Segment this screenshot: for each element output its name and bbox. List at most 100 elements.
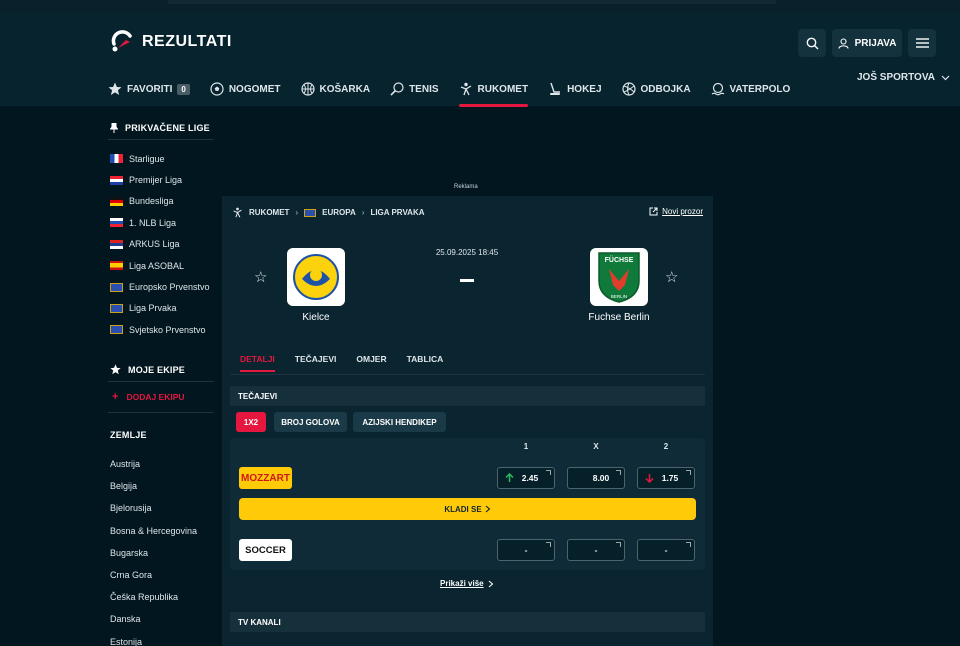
plus-icon: + [112,391,119,403]
new-window-link[interactable]: Novi prozor [649,207,703,216]
bookmaker-logo-mozzart[interactable]: MOZZART [239,467,292,489]
market-chip-azijski-hendikep[interactable]: AZIJSKI HENDIKEP [353,412,446,432]
match-tabs: DETALJI TEČAJEVI OMJER TABLICA [240,354,444,372]
flag-germany-icon [110,196,123,206]
league-item-starligue[interactable]: Starligue [110,148,218,169]
league-item-liga-prvaka[interactable]: Liga Prvaka [110,298,218,319]
nav-item-rukomet[interactable]: RUKOMET [458,72,528,107]
top-strip [0,0,960,12]
search-button[interactable] [798,29,826,57]
flag-spain-icon [110,261,123,271]
country-item[interactable]: Češka Republika [110,586,218,608]
chevron-right-icon [485,505,491,513]
odds-button-draw[interactable]: - [567,539,625,561]
more-sports-dropdown[interactable]: JOŠ SPORTOVA [857,72,950,83]
login-label: PRIJAVA [854,37,897,49]
flag-europe-icon [110,303,123,313]
tab-detalji[interactable]: DETALJI [240,354,275,372]
league-item-svjetsko-prvenstvo[interactable]: Svjetsko Prvenstvo [110,319,218,340]
user-icon [838,37,849,49]
breadcrumb: RUKOMET › EUROPA › LIGA PRVAKA [232,207,425,218]
breadcrumb-league[interactable]: LIGA PRVAKA [370,208,424,217]
score-placeholder [460,279,474,282]
country-item[interactable]: Bjelorusija [110,497,218,519]
add-team-button[interactable]: + DODAJ EKIPU [112,391,185,403]
nav-item-favoriti[interactable]: FAVORITI 0 [108,72,190,106]
login-button[interactable]: PRIJAVA [832,29,902,57]
logo-mark-icon [110,30,136,54]
league-item-arkus-liga[interactable]: ARKUS Liga [110,234,218,255]
tab-omjer[interactable]: OMJER [356,354,386,364]
search-icon [806,37,818,49]
nav-item-kosarka[interactable]: KOŠARKA [300,72,370,106]
country-item[interactable]: Bugarska [110,542,218,564]
chevron-right-icon: › [361,208,365,217]
away-team-logo[interactable]: FÜCHSE BERLIN [590,248,648,306]
external-link-icon [546,470,551,475]
nav-item-tenis[interactable]: TENIS [390,72,439,106]
tennis-icon [390,82,404,96]
league-item-bundesliga[interactable]: Bundesliga [110,191,218,212]
odds-button-away[interactable]: - [637,539,695,561]
home-team-name[interactable]: Kielce [256,312,376,323]
league-item-europsko-prvenstvo[interactable]: Europsko Prvenstvo [110,276,218,297]
league-item-1-nlb-liga[interactable]: 1. NLB Liga [110,212,218,233]
favorite-home-star-icon[interactable]: ☆ [254,268,267,286]
show-more-link[interactable]: Prikaži više [440,579,494,588]
nav-item-nogomet[interactable]: NOGOMET [210,72,281,106]
my-teams-title: MOJE EKIPE [110,364,185,375]
away-team-name[interactable]: Fuchse Berlin [559,312,679,323]
odds-button-home[interactable]: - [497,539,555,561]
breadcrumb-region[interactable]: EUROPA [322,208,356,217]
breadcrumb-sport[interactable]: RUKOMET [249,208,289,217]
nav-item-odbojka[interactable]: ODBOJKA [621,72,691,106]
market-chip-broj-golova[interactable]: BROJ GOLOVA [274,412,347,432]
odds-button-home[interactable]: 2.45 [497,467,555,489]
country-item[interactable]: Austrija [110,453,218,475]
fuchse-berlin-crest-icon: FÜCHSE BERLIN [598,252,640,303]
odds-column-2: 2 [663,442,669,451]
external-link-icon [686,542,691,547]
home-team-logo[interactable] [287,248,345,306]
volleyball-icon [621,82,636,96]
flag-france-icon [110,154,123,164]
brand-logo[interactable]: REZULTATI [110,30,232,54]
match-panel: RUKOMET › EUROPA › LIGA PRVAKA Novi proz… [222,196,713,646]
bookmaker-logo-soccer[interactable]: SOCCER [239,539,292,561]
handball-icon [459,82,473,96]
league-item-liga-asobal[interactable]: Liga ASOBAL [110,255,218,276]
external-link-icon [649,207,658,216]
country-item[interactable]: Bosna & Hercegovina [110,520,218,542]
flag-europe-icon [304,208,317,217]
nav-item-hokej[interactable]: HOKEJ [548,72,602,106]
place-bet-button[interactable]: KLADI SE [239,498,696,520]
nav-label: HOKEJ [567,83,602,95]
country-item[interactable]: Estonija [110,631,218,646]
countries-list: Austrija Belgija Bjelorusija Bosna & Her… [110,453,218,646]
odds-column-1: 1 [523,442,529,451]
odds-button-away[interactable]: 1.75 [637,467,695,489]
pinned-leagues-list: Starligue Premijer Liga Bundesliga 1. NL… [110,148,218,341]
external-link-icon [546,542,551,547]
odds-button-draw[interactable]: 8.00 [567,467,625,489]
nav-item-vaterpolo[interactable]: VATERPOLO [711,72,790,106]
market-chip-1x2[interactable]: 1X2 [236,412,266,432]
league-item-premijer-liga[interactable]: Premijer Liga [110,169,218,190]
hockey-icon [548,82,562,96]
sports-nav: FAVORITI 0 NOGOMET KOŠARKA TENIS RUKOMET… [108,72,810,107]
chevron-right-icon [488,580,493,587]
flag-europe-icon [110,282,123,292]
site-header: REZULTATI PRIJAVA FAVORITI 0 NOGOMET KOŠ… [0,12,960,107]
tab-tecajevi[interactable]: TEČAJEVI [295,354,337,364]
tab-tablica[interactable]: TABLICA [407,354,444,364]
country-item[interactable]: Danska [110,608,218,630]
favorite-away-star-icon[interactable]: ☆ [665,268,678,286]
tv-section-header: TV KANALI [230,612,705,632]
menu-button[interactable] [908,29,936,57]
nav-label: FAVORITI [127,83,173,95]
external-link-icon [616,470,621,475]
odds-column-x: X [593,442,599,451]
country-item[interactable]: Crna Gora [110,564,218,586]
crest-text: FÜCHSE [605,255,634,264]
country-item[interactable]: Belgija [110,475,218,497]
